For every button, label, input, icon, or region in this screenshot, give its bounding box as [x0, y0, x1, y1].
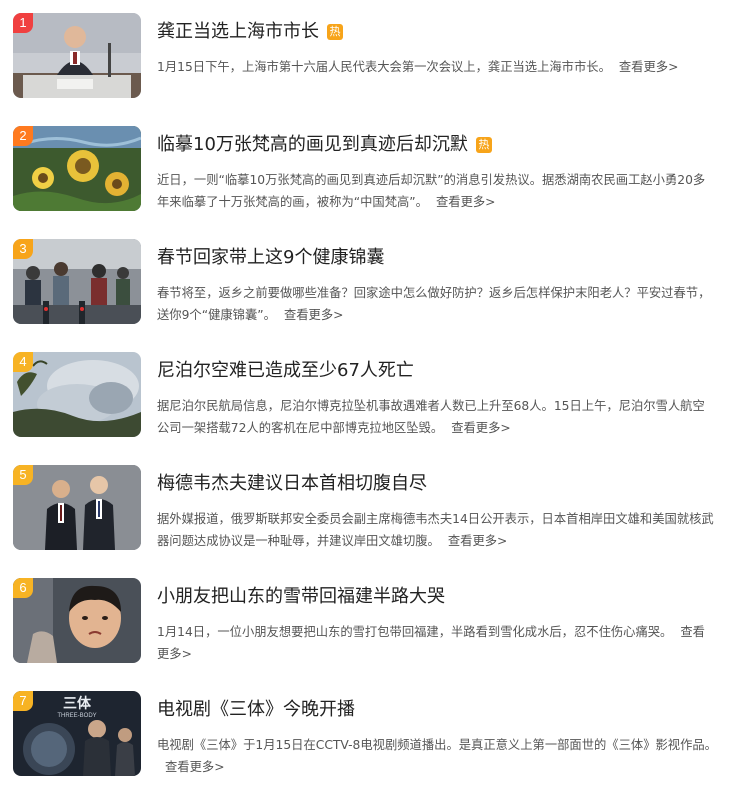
see-more-link[interactable]: 查看更多> [436, 195, 496, 209]
see-more-link[interactable]: 查看更多> [448, 534, 508, 548]
news-summary: 近日，一则“临摹10万张梵高的画见到真迹后却沉默”的消息引发热议。据悉湖南农民画… [157, 173, 706, 209]
rank-badge: 6 [13, 578, 33, 598]
title-row: 龚正当选上海市市长 热 [157, 18, 343, 46]
news-item[interactable]: 3 春节回家带上这9个健康锦囊 春节将至，返乡之前要做哪些准备？回家途中怎么做好… [0, 226, 738, 339]
see-more-link[interactable]: 查看更多> [284, 308, 344, 322]
news-item[interactable]: 4 尼泊尔空难已造成至少67人死亡 据尼泊尔民航局信息，尼泊尔博克拉坠机事故遇难… [0, 339, 738, 452]
news-summary: 1月14日，一位小朋友想要把山东的雪打包带回福建，半路看到雪化成水后，忍不住伤心… [157, 625, 673, 639]
news-description: 春节将至，返乡之前要做哪些准备？回家途中怎么做好防护？返乡后怎样保护末阳老人？平… [157, 282, 717, 326]
news-title[interactable]: 临摹10万张梵高的画见到真迹后却沉默 [157, 131, 468, 159]
title-row: 小朋友把山东的雪带回福建半路大哭 [157, 583, 445, 611]
hot-news-list: 1 龚正当选上海市市长 热 1月15日下午，上海市第十六届人民代表大会第一次会议… [0, 0, 738, 790]
news-title[interactable]: 春节回家带上这9个健康锦囊 [157, 244, 384, 272]
news-description: 据尼泊尔民航局信息，尼泊尔博克拉坠机事故遇难者人数已上升至68人。15日上午，尼… [157, 395, 717, 439]
title-row: 梅德韦杰夫建议日本首相切腹自尽 [157, 470, 427, 498]
news-summary: 电视剧《三体》于1月15日在CCTV-8电视剧频道播出。是真正意义上第一部面世的… [157, 738, 717, 752]
news-title[interactable]: 梅德韦杰夫建议日本首相切腹自尽 [157, 470, 427, 498]
see-more-link[interactable]: 查看更多> [619, 60, 679, 74]
news-item[interactable]: 6 小朋友把山东的雪带回福建半路大哭 1月14日，一位小朋友想要把山东的雪打包带… [0, 565, 738, 678]
news-item[interactable]: 三体 THREE-BODY 7 电视剧《三体》今晚开播 电视剧《三体》于1月15… [0, 678, 738, 791]
rank-badge: 3 [13, 239, 33, 259]
title-row: 春节回家带上这9个健康锦囊 [157, 244, 384, 272]
news-summary: 据尼泊尔民航局信息，尼泊尔博克拉坠机事故遇难者人数已上升至68人。15日上午，尼… [157, 399, 705, 435]
news-summary: 1月15日下午，上海市第十六届人民代表大会第一次会议上，龚正当选上海市市长。 [157, 60, 611, 74]
hot-badge: 热 [327, 24, 343, 40]
rank-badge: 1 [13, 13, 33, 33]
news-title[interactable]: 电视剧《三体》今晚开播 [157, 696, 355, 724]
news-summary: 春节将至，返乡之前要做哪些准备？回家途中怎么做好防护？返乡后怎样保护末阳老人？平… [157, 286, 711, 322]
news-description: 1月15日下午，上海市第十六届人民代表大会第一次会议上，龚正当选上海市市长。 查看… [157, 56, 717, 78]
poster-subtitle: THREE-BODY [57, 713, 96, 719]
hot-badge: 热 [475, 137, 492, 153]
news-description: 近日，一则“临摹10万张梵高的画见到真迹后却沉默”的消息引发热议。据悉湖南农民画… [157, 169, 717, 213]
news-summary: 据外媒报道，俄罗斯联邦安全委员会副主席梅德韦杰夫14日公开表示，日本首相岸田文雄… [157, 512, 714, 548]
see-more-link[interactable]: 查看更多> [165, 760, 225, 774]
rank-badge: 2 [13, 126, 33, 146]
news-item[interactable]: 5 梅德韦杰夫建议日本首相切腹自尽 据外媒报道，俄罗斯联邦安全委员会副主席梅德韦… [0, 452, 738, 565]
title-row: 临摹10万张梵高的画见到真迹后却沉默 热 [157, 131, 492, 159]
news-title[interactable]: 龚正当选上海市市长 [157, 18, 319, 46]
poster-title: 三体 [63, 695, 92, 711]
news-item[interactable]: 1 龚正当选上海市市长 热 1月15日下午，上海市第十六届人民代表大会第一次会议… [0, 0, 738, 113]
title-row: 尼泊尔空难已造成至少67人死亡 [157, 357, 414, 385]
news-description: 电视剧《三体》于1月15日在CCTV-8电视剧频道播出。是真正意义上第一部面世的… [157, 734, 717, 778]
see-more-link[interactable]: 查看更多> [451, 421, 511, 435]
news-item[interactable]: 2 临摹10万张梵高的画见到真迹后却沉默 热 近日，一则“临摹10万张梵高的画见… [0, 113, 738, 226]
news-title[interactable]: 尼泊尔空难已造成至少67人死亡 [157, 357, 414, 385]
news-description: 1月14日，一位小朋友想要把山东的雪打包带回福建，半路看到雪化成水后，忍不住伤心… [157, 621, 717, 665]
title-row: 电视剧《三体》今晚开播 [157, 696, 355, 724]
news-title[interactable]: 小朋友把山东的雪带回福建半路大哭 [157, 583, 445, 611]
rank-badge: 4 [13, 352, 33, 372]
news-description: 据外媒报道，俄罗斯联邦安全委员会副主席梅德韦杰夫14日公开表示，日本首相岸田文雄… [157, 508, 717, 552]
rank-badge: 5 [13, 465, 33, 485]
rank-badge: 7 [13, 691, 33, 711]
